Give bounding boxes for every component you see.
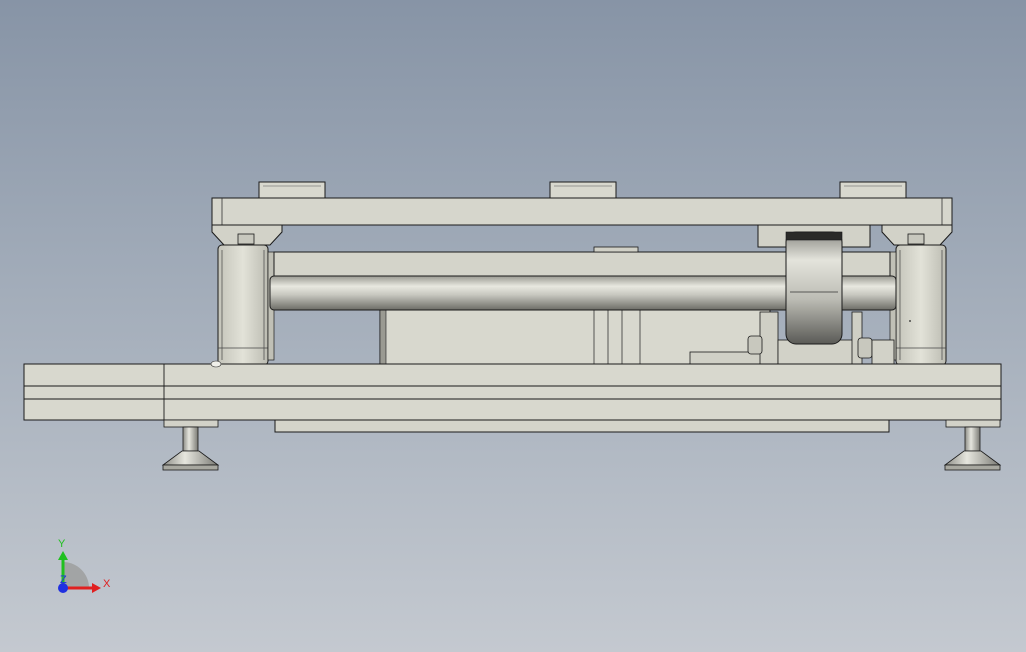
right-end-block[interactable] xyxy=(895,244,947,366)
leveling-foot-right[interactable] xyxy=(943,426,1002,471)
left-bracket-shoulder[interactable] xyxy=(211,224,283,246)
base-plate[interactable] xyxy=(23,360,1002,421)
top-clamp-pad-right[interactable] xyxy=(839,181,907,200)
top-clamp-pad-left[interactable] xyxy=(258,181,326,200)
left-end-block[interactable] xyxy=(217,244,269,366)
base-bottom-strip[interactable] xyxy=(274,419,890,433)
top-clamp-pad-middle[interactable] xyxy=(549,181,617,200)
reference-triad: X Y Z xyxy=(58,538,111,593)
z-axis-label: Z xyxy=(60,574,67,586)
leveling-foot-left[interactable] xyxy=(161,426,220,471)
top-plate[interactable] xyxy=(211,197,953,226)
triad-quadrant xyxy=(63,562,89,588)
left-foot-bracket xyxy=(163,419,219,428)
right-bracket-shoulder[interactable] xyxy=(881,224,953,246)
right-foot-bracket xyxy=(945,419,1001,428)
x-axis-label: X xyxy=(103,578,111,590)
roller-wheel[interactable] xyxy=(785,231,843,345)
motor-housing[interactable] xyxy=(379,309,771,365)
cad-graphics-viewport[interactable]: X Y Z xyxy=(0,0,1026,652)
y-axis-label: Y xyxy=(58,538,66,550)
